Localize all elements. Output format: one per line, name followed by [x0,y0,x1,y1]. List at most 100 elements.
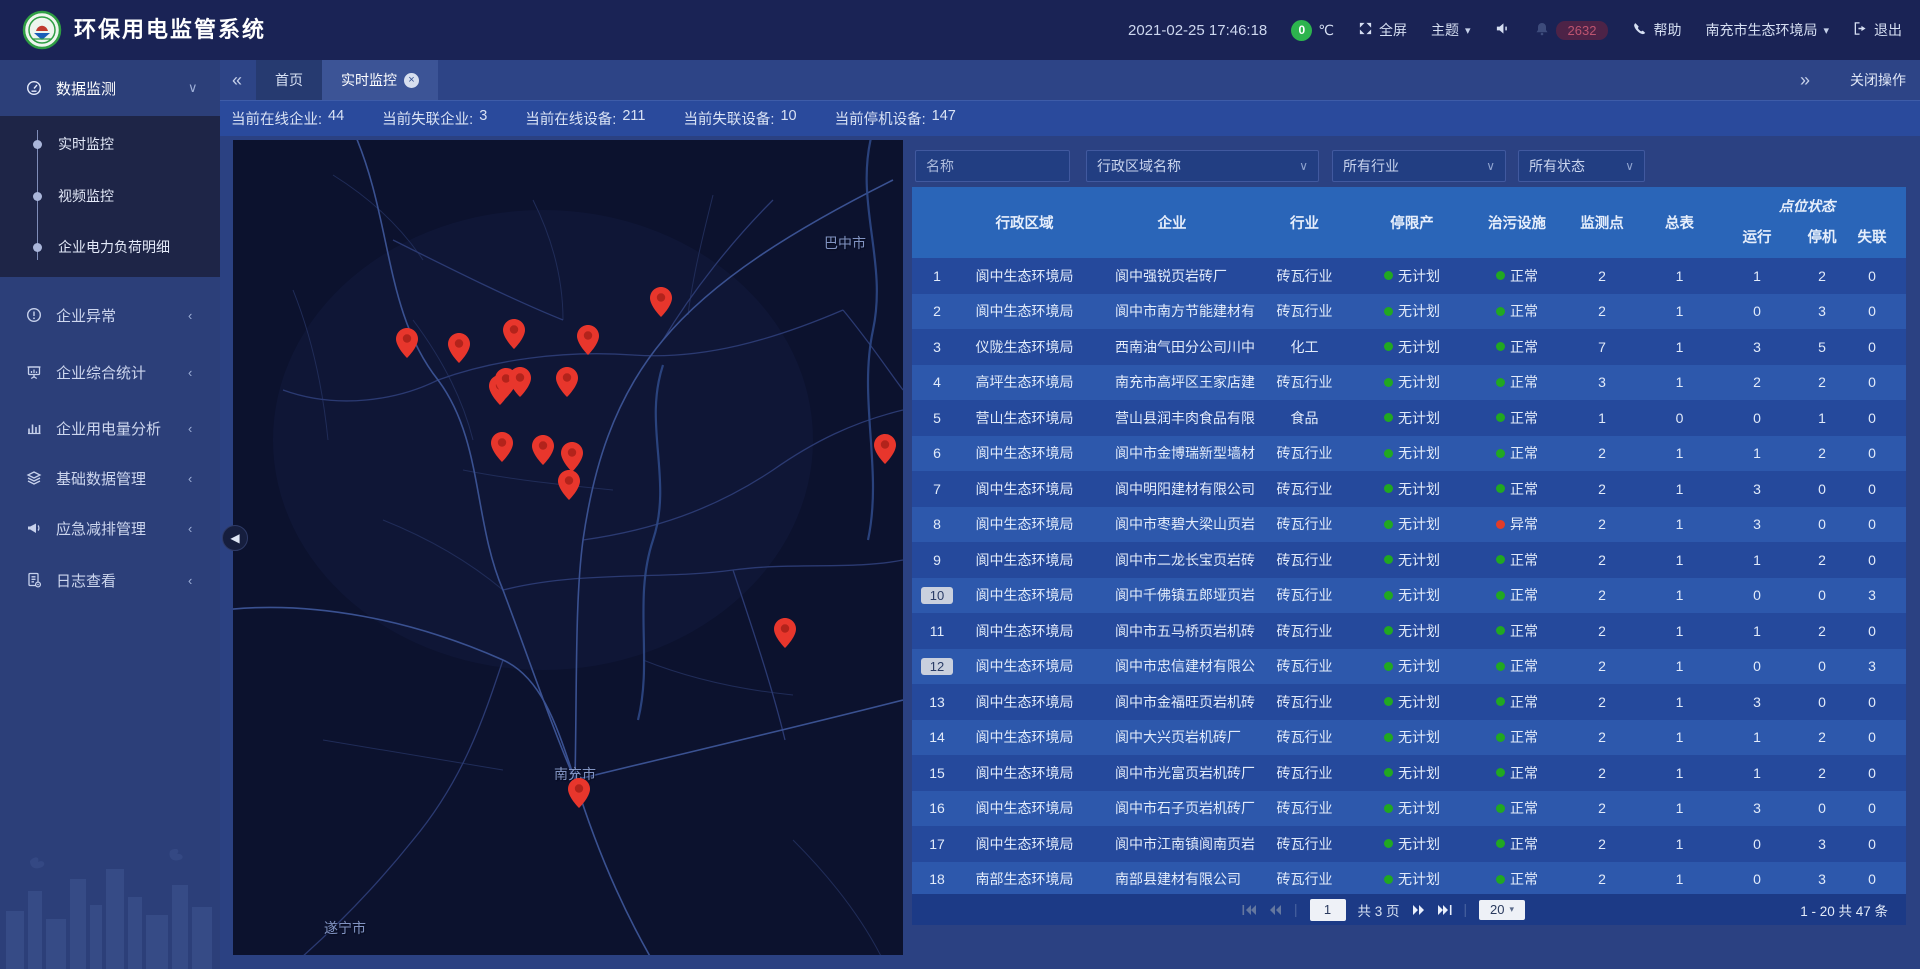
map-pin[interactable] [568,778,590,808]
table-row[interactable]: 4高坪生态环境局南充市高坪区王家店建砖瓦行业无计划正常31220 [912,365,1906,401]
cell-industry: 砖瓦行业 [1257,471,1352,507]
status-dot [1384,449,1393,458]
status-dot [1384,804,1393,813]
logout-button[interactable]: 退出 [1853,20,1902,40]
map-pin[interactable] [874,434,896,464]
map-pin[interactable] [774,618,796,648]
region-filter-select[interactable]: 行政区域名称 ∨ [1086,150,1319,182]
sidebar-item-emergency-reduction[interactable]: 应急减排管理 ‹ [0,503,220,553]
cell-index: 10 [912,578,962,614]
table-row[interactable]: 17阆中生态环境局阆中市江南镇阆南页岩砖瓦行业无计划正常21030 [912,826,1906,862]
cell-index: 9 [912,542,962,578]
sidebar-item-base-data[interactable]: 基础数据管理 ‹ [0,453,220,503]
table-row[interactable]: 18南部生态环境局南部县建材有限公司砖瓦行业无计划正常21030 [912,862,1906,895]
theme-menu[interactable]: 主题 ▾ [1431,20,1471,40]
table-row[interactable]: 9阆中生态环境局阆中市二龙长宝页岩砖砖瓦行业无计划正常21120 [912,542,1906,578]
cell-region: 阆中生态环境局 [962,258,1087,294]
stat-item: 当前停机设备:147 [835,108,956,129]
page-input[interactable] [1310,899,1346,921]
map-pin[interactable] [396,328,418,358]
sidebar-item-data-monitoring[interactable]: 数据监测 ∨ [0,60,220,116]
table-row[interactable]: 10阆中生态环境局阆中千佛镇五郎垭页岩砖瓦行业无计划正常21003 [912,578,1906,614]
table-row[interactable]: 5营山生态环境局营山县润丰肉食品有限食品无计划正常10010 [912,400,1906,436]
sidebar-item-power-analysis[interactable]: 企业用电量分析 ‹ [0,403,220,453]
cell-index: 1 [912,258,962,294]
cell-region: 南部生态环境局 [962,862,1087,895]
first-page-button[interactable] [1242,904,1257,916]
cell-index: 13 [912,684,962,720]
status-dot [1496,413,1505,422]
industry-filter-select[interactable]: 所有行业 ∨ [1332,150,1506,182]
table-row[interactable]: 6阆中生态环境局阆中市金博瑞新型墙材砖瓦行业无计划正常21120 [912,436,1906,472]
sidebar-item-log-view[interactable]: 日志查看 ‹ [0,555,220,605]
page-size-select[interactable]: 20 ▾ [1479,900,1525,920]
sidebar-item-realtime-monitor[interactable]: 实时监控 [0,127,220,161]
tab-home[interactable]: 首页 [256,60,322,100]
map-pin[interactable] [503,319,525,349]
table-row[interactable]: 11阆中生态环境局阆中市五马桥页岩机砖砖瓦行业无计划正常21120 [912,613,1906,649]
map-pin[interactable] [558,470,580,500]
prev-page-button[interactable] [1269,904,1282,916]
table-row[interactable]: 2阆中生态环境局阆中市南方节能建材有砖瓦行业无计划正常21030 [912,294,1906,330]
cell-stopped: 5 [1797,329,1847,365]
map-pin[interactable] [448,333,470,363]
map-panel[interactable]: 巴中市南充市遂宁市 [233,140,903,955]
sidebar-item-enterprise-abnormal[interactable]: 企业异常 ‹ [0,290,220,340]
cell-region: 阆中生态环境局 [962,613,1087,649]
sidebar-item-power-load-detail[interactable]: 企业电力负荷明细 [0,230,220,264]
tab-realtime-monitor[interactable]: 实时监控 × [322,60,438,100]
stat-label: 当前在线企业: [231,108,322,129]
table-row[interactable]: 3仪陇生态环境局西南油气田分公司川中化工无计划正常71350 [912,329,1906,365]
table-row[interactable]: 13阆中生态环境局阆中市金福旺页岩机砖砖瓦行业无计划正常21300 [912,684,1906,720]
cell-total-meters: 1 [1642,826,1717,862]
sidebar-item-enterprise-statistics[interactable]: 企业综合统计 ‹ [0,347,220,397]
stat-item: 当前失联企业:3 [382,108,487,129]
cell-monitor-points: 2 [1562,684,1642,720]
map-city-label: 遂宁市 [324,918,366,938]
map-pin[interactable] [650,287,672,317]
fullscreen-button[interactable]: 全屏 [1358,20,1407,40]
tabs-scroll-right-button[interactable]: » [1800,60,1810,100]
fullscreen-icon [1358,21,1373,39]
last-page-button[interactable] [1437,904,1452,916]
map-pin[interactable] [556,367,578,397]
status-filter-select[interactable]: 所有状态 ∨ [1518,150,1645,182]
help-button[interactable]: 帮助 [1632,20,1681,40]
map-pin[interactable] [491,432,513,462]
mute-button[interactable] [1495,21,1510,39]
table-row[interactable]: 7阆中生态环境局阆中明阳建材有限公司砖瓦行业无计划正常21300 [912,471,1906,507]
map-pin[interactable] [577,325,599,355]
table-row[interactable]: 8阆中生态环境局阆中市枣碧大梁山页岩砖瓦行业无计划异常21300 [912,507,1906,543]
status-dot [1384,271,1393,280]
map-pin[interactable] [532,435,554,465]
cell-offline: 0 [1847,542,1897,578]
cell-region: 营山生态环境局 [962,400,1087,436]
cell-region: 阆中生态环境局 [962,507,1087,543]
cell-index: 5 [912,400,962,436]
table-row[interactable]: 14阆中生态环境局阆中大兴页岩机砖厂砖瓦行业无计划正常21120 [912,720,1906,756]
close-operations-button[interactable]: 关闭操作 [1850,60,1906,100]
cell-monitor-points: 2 [1562,578,1642,614]
cell-production-limit: 无计划 [1352,578,1472,614]
table-row[interactable]: 12阆中生态环境局阆中市忠信建材有限公砖瓦行业无计划正常21003 [912,649,1906,685]
alert-circle-icon [26,307,42,323]
cell-industry: 砖瓦行业 [1257,613,1352,649]
org-menu[interactable]: 南充市生态环境局 ▾ [1705,20,1829,40]
table-row[interactable]: 15阆中生态环境局阆中市光富页岩机砖厂砖瓦行业无计划正常21120 [912,755,1906,791]
tabs-scroll-left-button[interactable]: « [232,60,242,100]
table-row[interactable]: 16阆中生态环境局阆中市石子页岩机砖厂砖瓦行业无计划正常21300 [912,791,1906,827]
map-collapse-handle[interactable]: ◀ [222,525,248,551]
sidebar-item-video-monitor[interactable]: 视频监控 [0,179,220,213]
status-dot [1496,875,1505,884]
cell-region: 阆中生态环境局 [962,542,1087,578]
notifications-button[interactable]: 2632 [1534,21,1609,40]
cell-total-meters: 1 [1642,471,1717,507]
tab-close-icon[interactable]: × [404,73,419,88]
cell-stopped: 2 [1797,720,1847,756]
cell-index: 8 [912,507,962,543]
map-pin[interactable] [561,442,583,472]
map-pin[interactable] [509,367,531,397]
table-row[interactable]: 1阆中生态环境局阆中强锐页岩砖厂砖瓦行业无计划正常21120 [912,258,1906,294]
next-page-button[interactable] [1412,904,1425,916]
name-filter-input[interactable] [915,150,1070,182]
